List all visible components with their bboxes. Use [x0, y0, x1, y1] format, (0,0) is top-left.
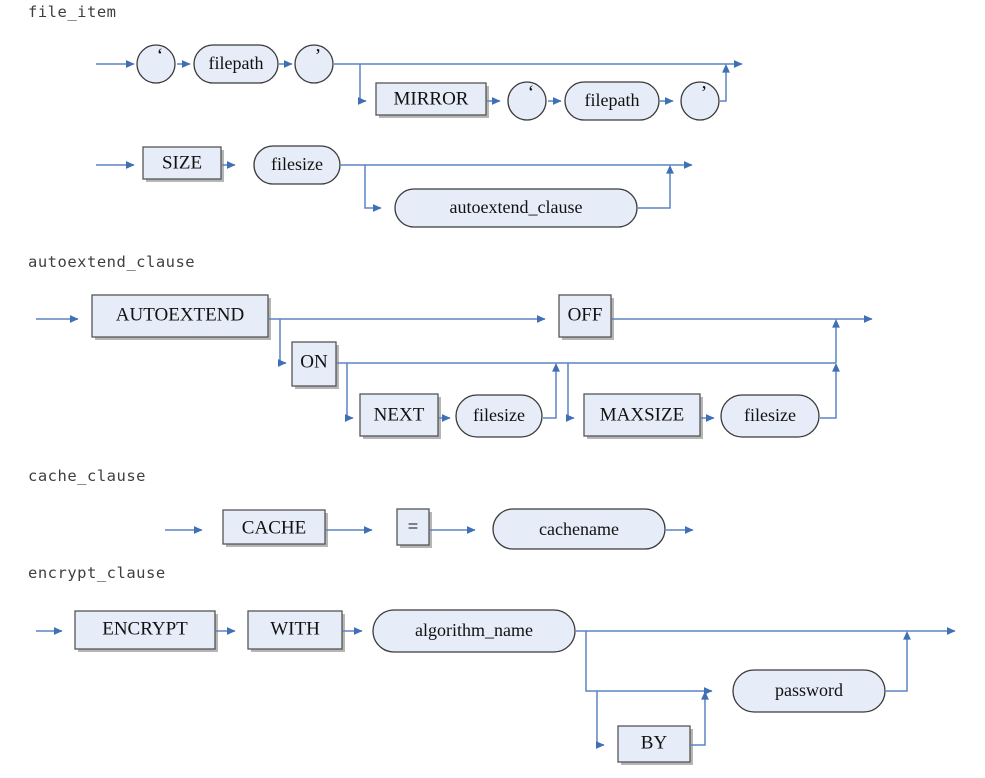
- label-filepath-2: filepath: [585, 90, 640, 110]
- label-open-quote-1: ‘: [157, 45, 164, 67]
- label-close-quote-2: ’: [701, 82, 708, 104]
- label-open-quote-2: ‘: [528, 82, 535, 104]
- label-filesize-next: filesize: [473, 405, 525, 425]
- label-equals: =: [408, 516, 419, 537]
- label-cachename: cachename: [539, 519, 619, 539]
- label-encrypt: ENCRYPT: [102, 618, 188, 639]
- rule-title-file-item: file_item: [28, 3, 117, 21]
- rule-title-cache-clause: cache_clause: [28, 467, 146, 485]
- label-filepath-1: filepath: [209, 53, 264, 73]
- label-autoextend-clause-ref: autoextend_clause: [450, 197, 583, 217]
- railroad-diagram-canvas: file_item ‘ filepath ’ MIRROR ‘ filepath…: [28, 3, 956, 765]
- label-maxsize: MAXSIZE: [600, 404, 684, 425]
- label-password: password: [775, 680, 843, 700]
- label-size: SIZE: [162, 152, 202, 173]
- label-by: BY: [641, 732, 668, 753]
- rule-title-encrypt-clause: encrypt_clause: [28, 564, 166, 582]
- label-filesize-maxsize: filesize: [744, 405, 796, 425]
- label-with: WITH: [270, 618, 320, 639]
- label-algorithm-name: algorithm_name: [415, 620, 533, 640]
- rule-title-autoextend-clause: autoextend_clause: [28, 253, 195, 271]
- label-autoextend: AUTOEXTEND: [116, 304, 244, 325]
- label-filesize-1: filesize: [271, 154, 323, 174]
- label-off: OFF: [568, 304, 603, 325]
- label-mirror: MIRROR: [394, 88, 469, 109]
- label-next: NEXT: [374, 404, 425, 425]
- label-on: ON: [300, 351, 328, 372]
- railroad-diagram-page: file_item ‘ filepath ’ MIRROR ‘ filepath…: [0, 0, 985, 778]
- label-close-quote-1: ’: [315, 45, 322, 67]
- label-cache: CACHE: [242, 517, 306, 538]
